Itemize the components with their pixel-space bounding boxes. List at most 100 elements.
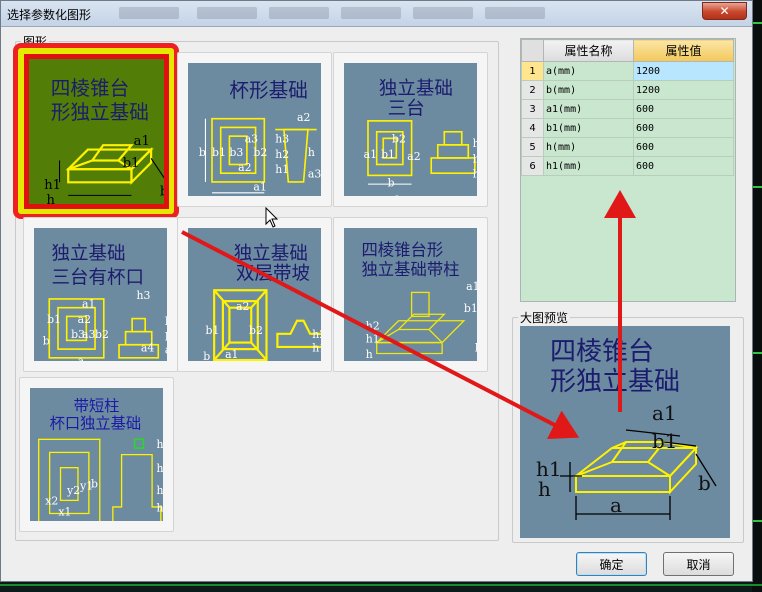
dimension-label: h xyxy=(366,348,373,361)
dimension-label: h xyxy=(46,193,55,208)
shape-drawing: 独立基础双层带坡a2b1 b2a1abh2h1 xyxy=(203,244,321,361)
dimension-label: a3 xyxy=(308,168,321,181)
dimension-label: h1 xyxy=(156,501,163,514)
dimension-label: b2 xyxy=(249,324,263,337)
property-row[interactable]: 6 h1(mm) 600 xyxy=(521,156,734,176)
property-value-cell[interactable]: 600 xyxy=(633,156,734,176)
shape-thumbnail: 独立基础 双层带坡 a2 b1 b2 a1 a b h2 h1 xyxy=(188,228,321,361)
row-number: 6 xyxy=(521,156,544,176)
background-grid-line xyxy=(753,22,762,24)
property-panel: 属性名称 属性值 1 a(mm) 1200 2 b(mm) 1200 3 a1(mm) 600 4… xyxy=(520,38,736,302)
shape-option-6[interactable]: 四棱锥台形 独立基础带柱 a1 b1 h2 h1 h a b xyxy=(333,217,488,372)
dimension-label: h1 xyxy=(473,168,477,181)
dimension-label: b1 xyxy=(205,324,219,337)
dimension-label: h3 xyxy=(156,462,163,475)
property-row[interactable]: 5 h(mm) 600 xyxy=(521,137,734,157)
shape-title-line: 双层带坡 xyxy=(236,263,310,284)
property-table: 属性名称 属性值 1 a(mm) 1200 2 b(mm) 1200 3 a1(mm) 600 4… xyxy=(521,39,734,176)
property-value-cell[interactable]: 1200 xyxy=(633,61,734,81)
dimension-label: a xyxy=(394,192,401,196)
shape-option-5[interactable]: 独立基础 双层带坡 a2 b1 b2 a1 a b h2 h1 xyxy=(177,217,332,372)
title-ghost xyxy=(341,7,401,19)
large-preview-image: 四棱锥台 形独立基础 a1 b1 h1 h a b xyxy=(520,326,730,538)
dimension-label: b3 xyxy=(71,328,85,341)
dimension-label: h2 xyxy=(156,484,163,497)
preview-drawing: 四棱锥台 形独立基础 a1 b1 h1 h a b xyxy=(536,337,717,520)
shape-title-line: 三台 xyxy=(388,98,425,119)
dialog-title: 选择参数化图形 xyxy=(7,8,92,22)
shape-title-line: 四棱锥台 xyxy=(51,77,129,100)
close-icon: ✕ xyxy=(719,4,730,18)
shape-drawing: 杯形基础a2a3b3 b2a2h3h2h1b b1a1aa3h xyxy=(199,79,321,196)
dimension-label: h1 xyxy=(312,341,321,354)
shape-title-line: 独立基础 xyxy=(379,79,453,100)
ok-button[interactable]: 确定 xyxy=(576,552,647,576)
property-value-header[interactable]: 属性值 xyxy=(633,39,734,62)
shape-option-1[interactable]: 四棱锥台 形独立基础 a1 b1 h1 h a b xyxy=(13,43,179,219)
preview-dim-b: b xyxy=(698,471,711,495)
shape-option-7[interactable]: 带短柱 杯口独立基础 x2 x1 y2 y1 b a h4 h3 h1 h2 xyxy=(19,377,174,532)
title-bar[interactable]: 选择参数化图形 ✕ xyxy=(1,1,752,27)
property-row[interactable]: 3 a1(mm) 600 xyxy=(521,99,734,119)
property-name-header[interactable]: 属性名称 xyxy=(543,39,634,62)
dimension-label: h1 xyxy=(165,330,167,343)
shape-title-line: 杯口独立基础 xyxy=(50,414,141,432)
title-ghost xyxy=(119,7,179,19)
dimension-label: a3 xyxy=(245,133,258,146)
property-value-cell[interactable]: 1200 xyxy=(633,80,734,100)
dimension-label: a4 xyxy=(141,341,154,354)
preview-dim-a: a xyxy=(610,493,622,517)
dimension-label: b3 xyxy=(229,146,243,159)
dimension-label: a2 xyxy=(407,150,420,163)
shape-title-line: 杯形基础 xyxy=(229,79,307,102)
shape-option-4[interactable]: 独立基础 三台有杯口 a1 a2 b1 a3 b3 b2 b a h3 h2 h1 a3 a4 xyxy=(23,217,178,372)
dimension-label: a2 xyxy=(236,300,249,313)
property-value-cell[interactable]: 600 xyxy=(633,118,734,138)
dimension-label: h1 xyxy=(275,163,289,176)
close-button[interactable]: ✕ xyxy=(702,2,747,20)
property-row[interactable]: 4 b1(mm) 600 xyxy=(521,118,734,138)
title-ghost xyxy=(413,7,473,19)
row-number: 3 xyxy=(521,99,544,119)
shape-option-3[interactable]: 独立基础 三台 b2 a2 a1 b1 a b h3 h2 h1 xyxy=(333,52,488,207)
shape-drawing: 带短柱杯口独立基础x2x1y2 y1bah4h3h1h2 xyxy=(38,397,163,521)
dimension-label: h4 xyxy=(156,438,163,451)
property-row[interactable]: 1 a(mm) 1200 xyxy=(521,61,734,81)
property-value-cell[interactable]: 600 xyxy=(633,137,734,157)
preview-dim-a1: a1 xyxy=(652,401,677,425)
row-number: 1 xyxy=(521,61,544,81)
property-row[interactable]: 2 b(mm) 1200 xyxy=(521,80,734,100)
dimension-label: h2 xyxy=(312,328,321,341)
shape-thumbnail: 杯形基础 a2 a3 b3 b2 a2 h3 h2 h1 b b1 a1 a a3 h xyxy=(188,63,321,196)
dimension-label: b xyxy=(160,184,168,199)
preview-dim-h: h xyxy=(538,477,551,501)
shape-drawing: 独立基础三台有杯口a1a2b1a3b3 b2bah3h2h1a3a4 xyxy=(43,244,167,361)
preview-group-label: 大图预览 xyxy=(518,309,571,326)
dimension-label: b1 xyxy=(381,148,395,161)
shape-thumbnail: 四棱锥台形 独立基础带柱 a1 b1 h2 h1 h a b xyxy=(344,228,477,361)
dimension-label: h1 xyxy=(44,178,61,193)
dimension-label: x2 xyxy=(45,495,58,508)
shape-thumbnail: 四棱锥台 形独立基础 a1 b1 h1 h a b xyxy=(24,54,169,209)
dimension-label: b1 xyxy=(464,302,477,315)
table-corner-header xyxy=(521,39,544,62)
row-number: 4 xyxy=(521,118,544,138)
dimension-label: a xyxy=(78,354,85,361)
shape-title-line: 形独立基础 xyxy=(51,101,149,124)
dimension-label: h3 xyxy=(473,137,477,150)
property-value-cell[interactable]: 600 xyxy=(633,99,734,119)
shape-option-2[interactable]: 杯形基础 a2 a3 b3 b2 a2 h3 h2 h1 b b1 a1 a a3 h xyxy=(177,52,332,207)
property-name-cell: h(mm) xyxy=(543,137,634,157)
dimension-label: a3 xyxy=(165,343,167,356)
dimension-label: b2 xyxy=(95,328,109,341)
cancel-button[interactable]: 取消 xyxy=(663,552,734,576)
property-name-cell: b(mm) xyxy=(543,80,634,100)
dimension-label: b1 xyxy=(47,313,61,326)
dimension-label: h2 xyxy=(275,148,289,161)
dimension-label: a1 xyxy=(134,134,150,149)
shape-title-line: 独立基础带柱 xyxy=(361,260,459,279)
background-grid-line xyxy=(753,186,762,188)
select-parametric-shape-dialog: 选择参数化图形 ✕ 图形 四棱锥台 形独立基础 a1 b1 h1 h a b 杯形基础 a2 a3… xyxy=(0,0,753,582)
dimension-label: h xyxy=(308,146,315,159)
shape-drawing: 四棱锥台形独立基础带柱a1b1h2h1hab xyxy=(361,240,477,361)
